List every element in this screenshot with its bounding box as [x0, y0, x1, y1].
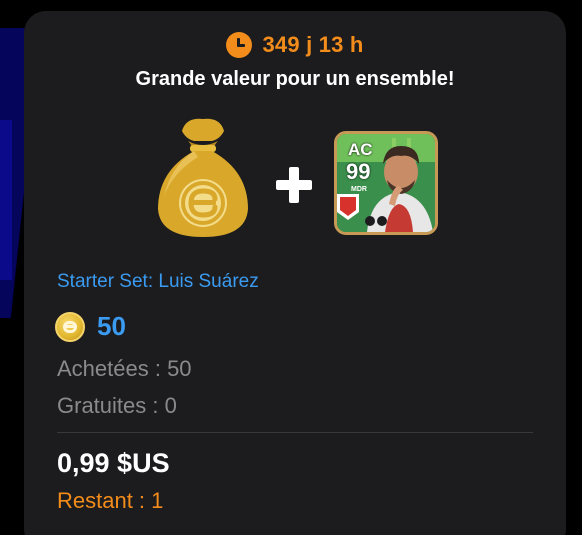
price[interactable]: 0,99 $US — [57, 448, 170, 479]
offer-visual: AC 99 MDR — [24, 111, 566, 251]
offer-name: Starter Set: Luis Suárez — [57, 271, 259, 292]
player-rating: 99 — [346, 159, 371, 184]
clock-icon — [226, 32, 253, 58]
purchased-count: Achetées : 50 — [57, 356, 192, 381]
background-shape — [0, 120, 12, 280]
coin-row: 50 — [55, 311, 126, 342]
divider — [57, 432, 533, 433]
timer: 349 j 13 h — [24, 32, 566, 58]
player-team: MDR — [351, 186, 367, 193]
stage: 349 j 13 h Grande valeur pour un ensembl… — [0, 0, 582, 535]
plus-icon — [276, 167, 312, 203]
remaining-count: Restant : 1 — [57, 488, 164, 513]
player-position: AC — [348, 140, 373, 159]
free-count: Gratuites : 0 — [57, 393, 177, 418]
player-card[interactable]: AC 99 MDR — [334, 131, 438, 235]
coin-amount: 50 — [97, 311, 126, 341]
offer-card[interactable]: 349 j 13 h Grande valeur pour un ensembl… — [24, 11, 566, 535]
coin-bag-icon — [158, 118, 248, 237]
offer-headline: Grande valeur pour un ensemble! — [135, 68, 455, 90]
timer-text: 349 j 13 h — [262, 32, 364, 57]
coin-icon — [55, 311, 85, 342]
